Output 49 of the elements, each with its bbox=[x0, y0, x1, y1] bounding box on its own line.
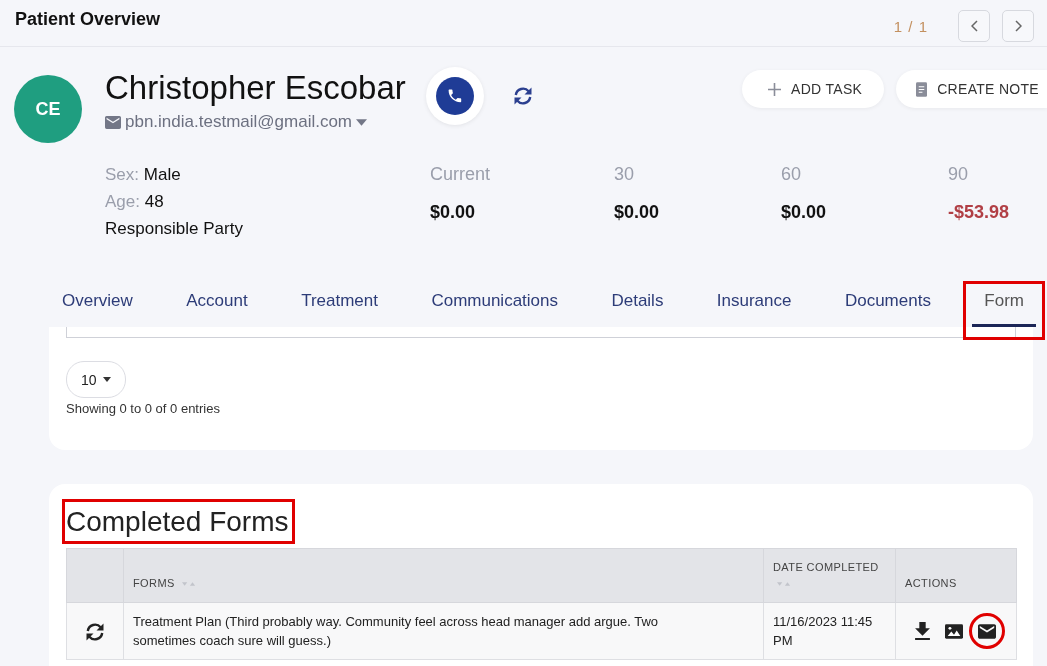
aging-label: 30 bbox=[614, 163, 636, 186]
tab[interactable]: Documents bbox=[832, 284, 943, 327]
aging-amount: -$53.98 bbox=[948, 201, 1011, 224]
aging-label: 60 bbox=[781, 163, 803, 186]
aging-label: 90 bbox=[948, 163, 970, 186]
envelope-icon[interactable] bbox=[978, 623, 996, 639]
table-cell: Treatment Plan (Third probably way. Community feel across head manager add argue. Two sometimes coach sure will guess.) bbox=[123, 602, 764, 660]
column-header: DATE COMPLETED bbox=[773, 561, 879, 573]
patient-name: Christopher Escobar bbox=[105, 70, 406, 106]
tab[interactable]: Communications bbox=[419, 284, 570, 327]
tab[interactable]: Details bbox=[599, 284, 676, 327]
caret-icon bbox=[356, 118, 368, 126]
aging-label: Current bbox=[430, 163, 492, 186]
column-header: FORMS bbox=[133, 577, 175, 589]
tab[interactable]: Treatment bbox=[289, 284, 390, 327]
page-length-select[interactable]: 10 bbox=[66, 361, 126, 398]
chevron-left-icon bbox=[970, 20, 978, 32]
create-note-button[interactable]: CREATE NOTE bbox=[896, 70, 1047, 108]
caret-icon bbox=[102, 377, 111, 382]
aging-amount: $0.00 bbox=[614, 201, 661, 224]
detail-value: 48 bbox=[144, 192, 164, 211]
table-cell: 11/16/2023 11:45 PM bbox=[763, 602, 896, 660]
refresh-icon[interactable] bbox=[513, 87, 532, 105]
image-icon[interactable] bbox=[945, 623, 963, 639]
avatar: CE bbox=[14, 75, 82, 143]
pager-count: 1 / 1 bbox=[893, 17, 928, 35]
envelope-icon bbox=[105, 115, 121, 129]
refresh-icon[interactable] bbox=[86, 622, 104, 641]
tab[interactable]: Account bbox=[174, 284, 260, 327]
detail-label: Age: bbox=[105, 192, 140, 211]
page-title: Patient Overview bbox=[15, 8, 161, 30]
aging-amount: $0.00 bbox=[430, 201, 477, 224]
email-dropdown[interactable]: pbn.india.testmail@gmail.com bbox=[105, 112, 368, 132]
phone-icon bbox=[435, 77, 474, 115]
tab[interactable]: Insurance bbox=[704, 284, 804, 327]
aging-amount: $0.00 bbox=[781, 201, 828, 224]
column-header: ACTIONS bbox=[905, 577, 957, 589]
add-task-button[interactable]: ADD TASK bbox=[742, 70, 885, 108]
detail-value: Male bbox=[143, 165, 181, 184]
document-icon bbox=[916, 81, 928, 97]
detail-value: Responsible Party bbox=[105, 219, 243, 238]
plus-icon bbox=[768, 82, 782, 96]
call-button[interactable] bbox=[425, 67, 484, 125]
tab[interactable]: Overview bbox=[50, 284, 145, 327]
chevron-right-icon bbox=[1014, 20, 1022, 32]
section-title: Completed Forms bbox=[66, 505, 289, 539]
download-icon[interactable] bbox=[915, 622, 930, 640]
entries-info: Showing 0 to 0 of 0 entries bbox=[66, 400, 220, 418]
detail-label: Sex: bbox=[105, 165, 140, 184]
